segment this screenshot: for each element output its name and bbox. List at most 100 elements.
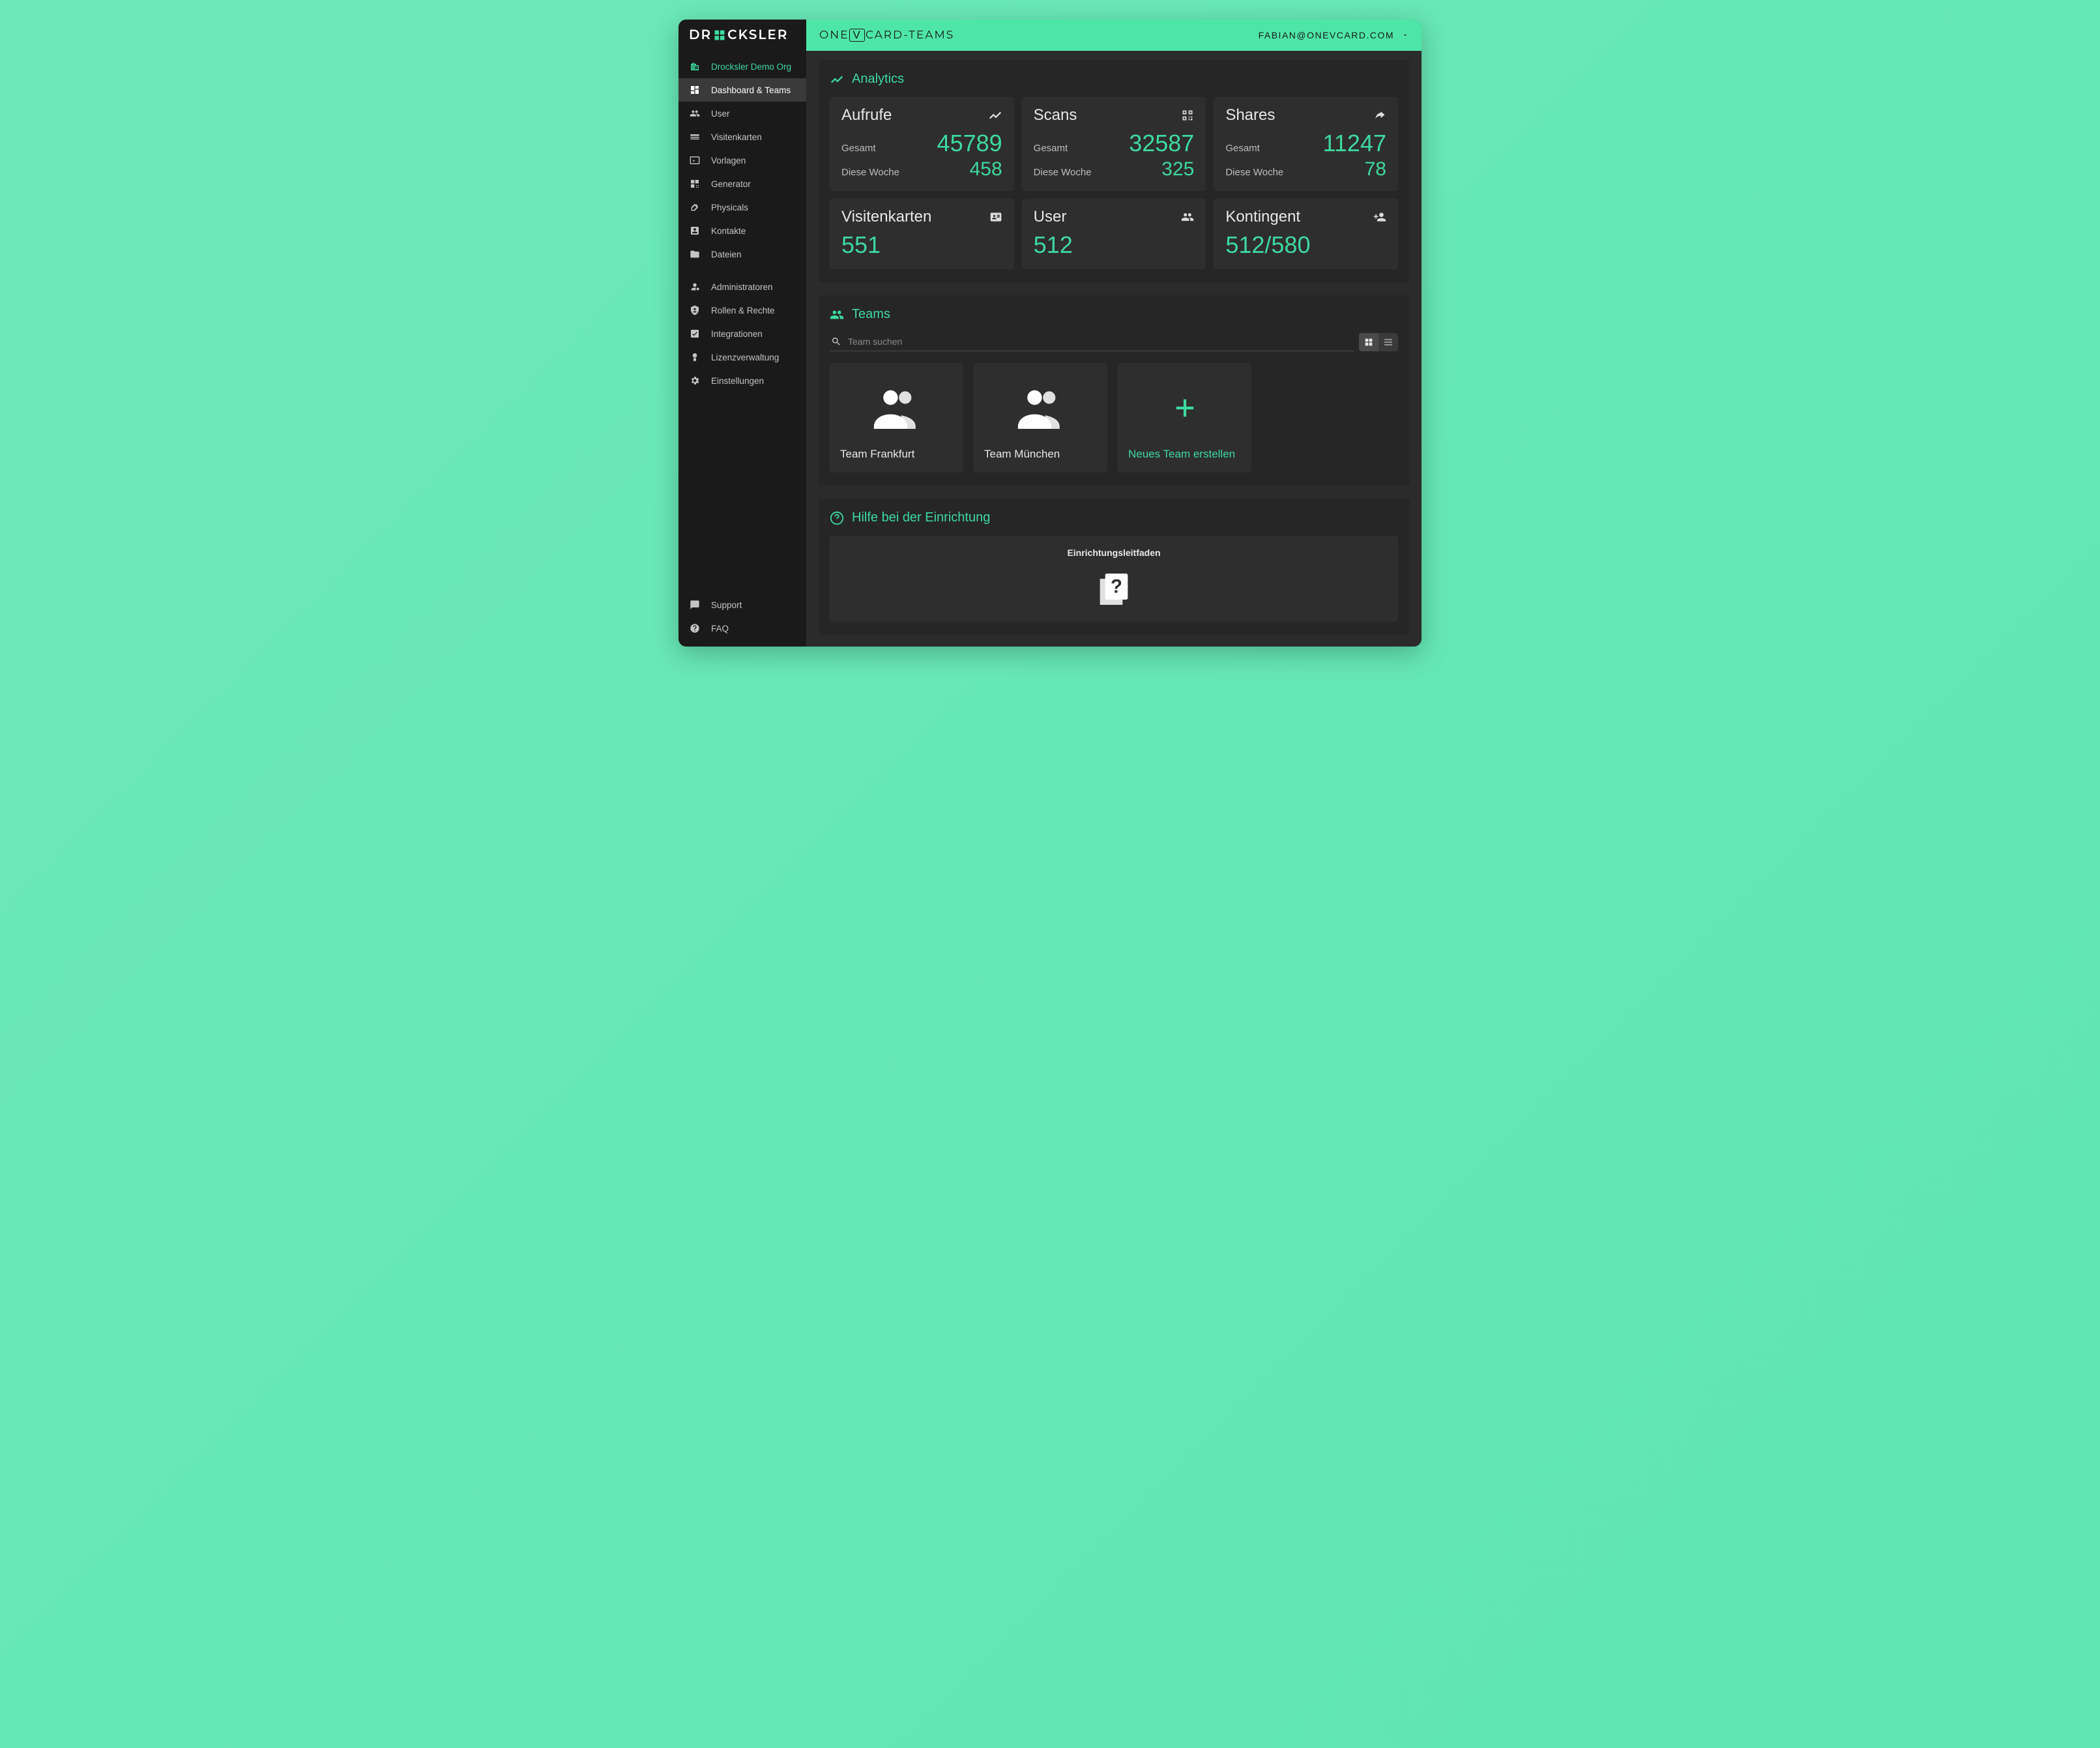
sidebar-item-generator[interactable]: Generator [678, 172, 806, 196]
team-card[interactable]: Team München [974, 363, 1107, 473]
search-icon [831, 336, 841, 347]
topbar-right: ONEVCARD-TEAMS FABIAN@ONEVCARD.COM [806, 20, 1422, 51]
analytics-icon [830, 72, 844, 87]
license-icon [689, 351, 701, 363]
analytics-panel: Analytics Aufrufe Gesamt 45789 Diese Woch… [818, 60, 1410, 282]
team-name: Team München [984, 448, 1097, 461]
sidebar-item-templates[interactable]: Vorlagen [678, 149, 806, 172]
metric-title: Aufrufe [841, 106, 892, 124]
metric-card-shares: Shares Gesamt11247 Diese Woche78 [1214, 97, 1398, 191]
team-search-input[interactable] [848, 336, 1352, 347]
admin-icon [689, 281, 701, 293]
count-title: Kontingent [1225, 208, 1300, 226]
sidebar-item-files[interactable]: Dateien [678, 242, 806, 266]
dashboard-icon [689, 84, 701, 96]
folder-icon [689, 248, 701, 260]
guide-title: Einrichtungsleitfaden [841, 547, 1386, 558]
sidebar-org[interactable]: Drocksler Demo Org [678, 55, 806, 78]
sidebar-item-contacts[interactable]: Kontakte [678, 219, 806, 242]
sidebar-item-label: Administratoren [711, 282, 773, 292]
sidebar-item-label: User [711, 109, 730, 119]
contacts-icon [689, 225, 701, 237]
week-label: Diese Woche [841, 167, 899, 178]
sidebar-item-label: Kontakte [711, 226, 746, 236]
sidebar-item-user[interactable]: User [678, 102, 806, 125]
sidebar-item-cards[interactable]: Visitenkarten [678, 125, 806, 149]
sidebar-item-label: Support [711, 600, 742, 610]
integrations-icon [689, 328, 701, 340]
analytics-title: Analytics [852, 72, 904, 87]
users-icon [689, 108, 701, 119]
metric-title: Scans [1034, 106, 1077, 124]
sidebar-item-physicals[interactable]: Physicals [678, 196, 806, 219]
sidebar-item-label: Lizenzverwaltung [711, 353, 779, 362]
total-label: Gesamt [841, 143, 876, 154]
grid-view-button[interactable] [1359, 333, 1378, 351]
new-team-card[interactable]: Neues Team erstellen [1118, 363, 1251, 473]
sidebar-org-label: Drocksler Demo Org [711, 62, 791, 72]
chevron-down-icon [1402, 32, 1408, 38]
sidebar-item-label: Rollen & Rechte [711, 306, 775, 315]
teams-panel: Teams Team Frankfurt [818, 295, 1410, 486]
team-name: Team Frankfurt [840, 448, 953, 461]
metric-card-views: Aufrufe Gesamt 45789 Diese Woche 458 [830, 97, 1014, 191]
svg-text:?: ? [1111, 575, 1122, 597]
sidebar-item-support[interactable]: Support [678, 593, 806, 617]
help-icon [689, 622, 701, 634]
sidebar-item-label: Einstellungen [711, 376, 764, 386]
help-icon [830, 511, 844, 525]
metric-total: 45789 [937, 130, 1002, 157]
new-team-label: Neues Team erstellen [1128, 448, 1241, 461]
team-card[interactable]: Team Frankfurt [830, 363, 963, 473]
app-title-label: ONEVCARD-TEAMS [819, 29, 954, 42]
shield-icon [689, 304, 701, 316]
metric-total: 11247 [1323, 130, 1386, 157]
sidebar: Drocksler Demo Org Dashboard & Teams Use… [678, 51, 806, 647]
cards-icon [689, 131, 701, 143]
sidebar-item-label: Dateien [711, 250, 742, 259]
trend-icon [988, 108, 1002, 123]
count-value: 512 [1034, 231, 1195, 259]
building-icon [689, 61, 701, 72]
view-toggle [1359, 333, 1398, 351]
team-icon [984, 373, 1097, 443]
metric-card-scans: Scans Gesamt32587 Diese Woche325 [1022, 97, 1206, 191]
metric-week: 458 [970, 158, 1002, 181]
search-wrap [830, 332, 1354, 351]
count-title: User [1034, 208, 1067, 226]
count-title: Visitenkarten [841, 208, 931, 226]
sidebar-item-label: Integrationen [711, 329, 763, 339]
user-menu[interactable]: FABIAN@ONEVCARD.COM [1259, 30, 1408, 40]
generator-icon [689, 178, 701, 190]
templates-icon [689, 154, 701, 166]
sidebar-item-roles[interactable]: Rollen & Rechte [678, 299, 806, 322]
sidebar-item-settings[interactable]: Einstellungen [678, 369, 806, 392]
list-view-button[interactable] [1378, 333, 1398, 351]
sidebar-item-label: FAQ [711, 624, 729, 634]
sidebar-item-label: Visitenkarten [711, 132, 762, 142]
qr-icon [1181, 109, 1194, 122]
metric-title: Shares [1225, 106, 1275, 124]
users-icon [1181, 211, 1194, 224]
main-content: Analytics Aufrufe Gesamt 45789 Diese Woch… [806, 51, 1422, 647]
help-panel: Hilfe bei der Einrichtung Einrichtungsle… [818, 499, 1410, 635]
teams-title: Teams [852, 307, 890, 322]
sidebar-item-dashboard[interactable]: Dashboard & Teams [678, 78, 806, 102]
setup-guide-card[interactable]: Einrichtungsleitfaden ? [830, 536, 1398, 622]
sidebar-item-label: Generator [711, 179, 751, 189]
count-card-user: User 512 [1022, 199, 1206, 269]
app-window: DRCKSLER ONEVCARD-TEAMS FABIAN@ONEVCARD.… [678, 20, 1422, 647]
sidebar-item-licenses[interactable]: Lizenzverwaltung [678, 345, 806, 369]
total-label: Gesamt [1034, 143, 1068, 154]
sidebar-item-label: Physicals [711, 203, 748, 212]
card-id-icon [989, 211, 1002, 224]
topbar: DRCKSLER ONEVCARD-TEAMS FABIAN@ONEVCARD.… [678, 20, 1422, 51]
brand-logo: DRCKSLER [678, 20, 806, 51]
help-title: Hilfe bei der Einrichtung [852, 510, 990, 525]
sidebar-item-integrations[interactable]: Integrationen [678, 322, 806, 345]
users-icon [830, 308, 844, 322]
sidebar-item-admins[interactable]: Administratoren [678, 275, 806, 299]
sidebar-item-faq[interactable]: FAQ [678, 617, 806, 640]
count-value: 512/580 [1225, 231, 1386, 259]
week-label: Diese Woche [1034, 167, 1092, 178]
